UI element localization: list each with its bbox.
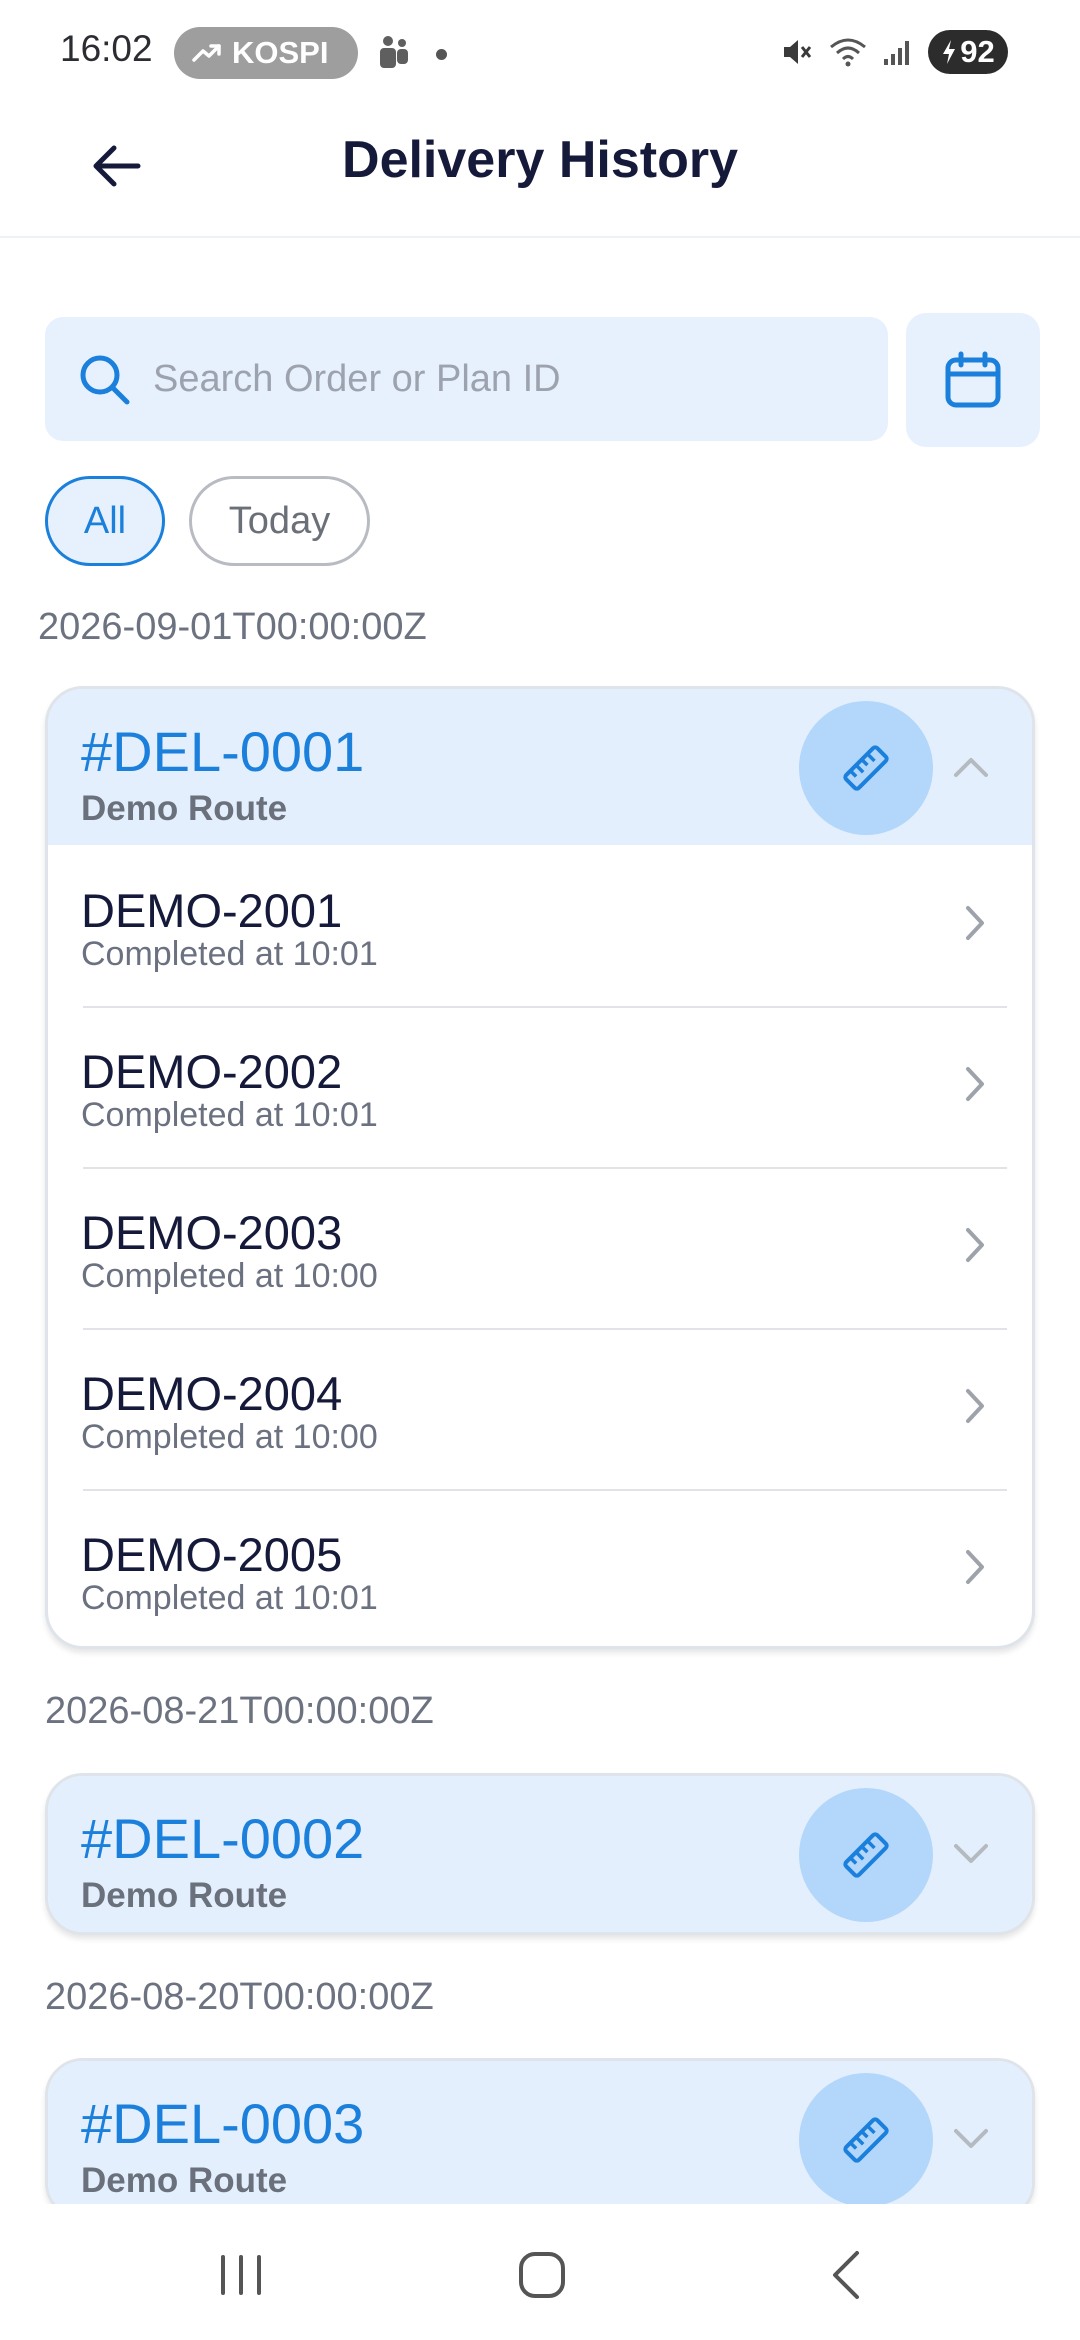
order-row[interactable]: DEMO-2005 Completed at 10:01	[48, 1489, 1032, 1646]
system-nav-bar	[0, 2204, 1080, 2340]
order-row[interactable]: DEMO-2001 Completed at 10:01	[48, 845, 1032, 1006]
delivery-card-header[interactable]: #DEL-0002 Demo Route	[48, 1776, 1032, 1932]
measure-button[interactable]	[799, 1788, 933, 1922]
notification-dot-icon	[436, 49, 447, 60]
measure-button[interactable]	[799, 701, 933, 835]
order-status: Completed at 10:00	[81, 1257, 378, 1295]
calendar-button[interactable]	[906, 313, 1040, 447]
system-back-button[interactable]	[806, 2240, 886, 2310]
ticker-label: KOSPI	[232, 35, 329, 70]
signal-icon	[884, 41, 909, 65]
order-id: DEMO-2005	[81, 1528, 343, 1581]
search-box[interactable]	[45, 317, 888, 441]
delivery-card: #DEL-0002 Demo Route	[45, 1773, 1035, 1935]
wifi-icon	[830, 38, 866, 67]
page-title: Delivery History	[342, 131, 738, 189]
charging-bolt-icon	[943, 40, 956, 64]
delivery-route: Demo Route	[81, 789, 288, 828]
chevron-right-icon	[966, 1067, 984, 1101]
teams-icon	[380, 36, 408, 68]
delivery-route: Demo Route	[81, 2161, 288, 2200]
chevron-right-icon	[966, 1228, 984, 1262]
home-button[interactable]	[502, 2240, 582, 2310]
order-status: Completed at 10:01	[81, 1096, 378, 1134]
date-header: 2026-08-20T00:00:00Z	[45, 1976, 434, 2018]
ticker-chip: KOSPI	[174, 27, 364, 79]
order-id: DEMO-2001	[81, 884, 343, 937]
delivery-card-header[interactable]: #DEL-0003 Demo Route	[48, 2061, 1032, 2217]
order-status: Completed at 10:00	[81, 1418, 378, 1456]
status-time: 16:02	[60, 28, 153, 69]
date-header: 2026-09-01T00:00:00Z	[38, 606, 427, 648]
mute-icon	[784, 40, 812, 64]
expand-toggle[interactable]	[945, 1828, 997, 1880]
delivery-id: #DEL-0002	[81, 1807, 365, 1870]
delivery-card: #DEL-0001 Demo Route DEMO-2001 Completed…	[45, 686, 1035, 1649]
filter-chip-today[interactable]: Today	[189, 476, 370, 566]
status-icons: 92	[780, 30, 1008, 74]
chevron-up-icon	[954, 758, 988, 777]
calendar-icon	[945, 351, 1001, 408]
app-bar: Delivery History	[0, 100, 1080, 238]
order-id: DEMO-2004	[81, 1367, 343, 1420]
date-header: 2026-08-21T00:00:00Z	[45, 1690, 434, 1732]
order-status: Completed at 10:01	[81, 935, 378, 973]
chevron-right-icon	[966, 1389, 984, 1423]
expand-toggle[interactable]	[945, 2113, 997, 2165]
search-icon	[80, 355, 130, 405]
battery-indicator: 92	[928, 30, 1008, 74]
battery-level: 92	[960, 34, 995, 69]
collapse-toggle[interactable]	[945, 741, 997, 793]
delivery-id: #DEL-0003	[81, 2092, 365, 2155]
order-id: DEMO-2003	[81, 1206, 343, 1259]
trending-up-icon	[192, 44, 221, 62]
order-row[interactable]: DEMO-2004 Completed at 10:00	[48, 1328, 1032, 1489]
delivery-route: Demo Route	[81, 1876, 288, 1915]
delivery-card-header[interactable]: #DEL-0001 Demo Route	[48, 689, 1032, 845]
ruler-icon	[843, 745, 889, 791]
order-row[interactable]: DEMO-2003 Completed at 10:00	[48, 1167, 1032, 1328]
chevron-right-icon	[966, 1550, 984, 1584]
delivery-id: #DEL-0001	[81, 720, 365, 783]
chevron-down-icon	[954, 1844, 988, 1863]
status-bar: 16:02 KOSPI 92	[0, 0, 1080, 100]
order-status: Completed at 10:01	[81, 1579, 378, 1617]
delivery-card: #DEL-0003 Demo Route	[45, 2058, 1035, 2220]
chevron-right-icon	[966, 906, 984, 940]
chevron-left-icon	[833, 2251, 859, 2299]
home-icon	[519, 2252, 565, 2298]
ruler-icon	[843, 1832, 889, 1878]
recent-apps-icon	[221, 2255, 261, 2295]
order-row[interactable]: DEMO-2002 Completed at 10:01	[48, 1006, 1032, 1167]
order-id: DEMO-2002	[81, 1045, 343, 1098]
recent-apps-button[interactable]	[201, 2240, 281, 2310]
search-input[interactable]	[153, 357, 853, 401]
measure-button[interactable]	[799, 2073, 933, 2207]
filter-chip-all[interactable]: All	[45, 476, 165, 566]
chevron-down-icon	[954, 2129, 988, 2148]
ruler-icon	[843, 2117, 889, 2163]
